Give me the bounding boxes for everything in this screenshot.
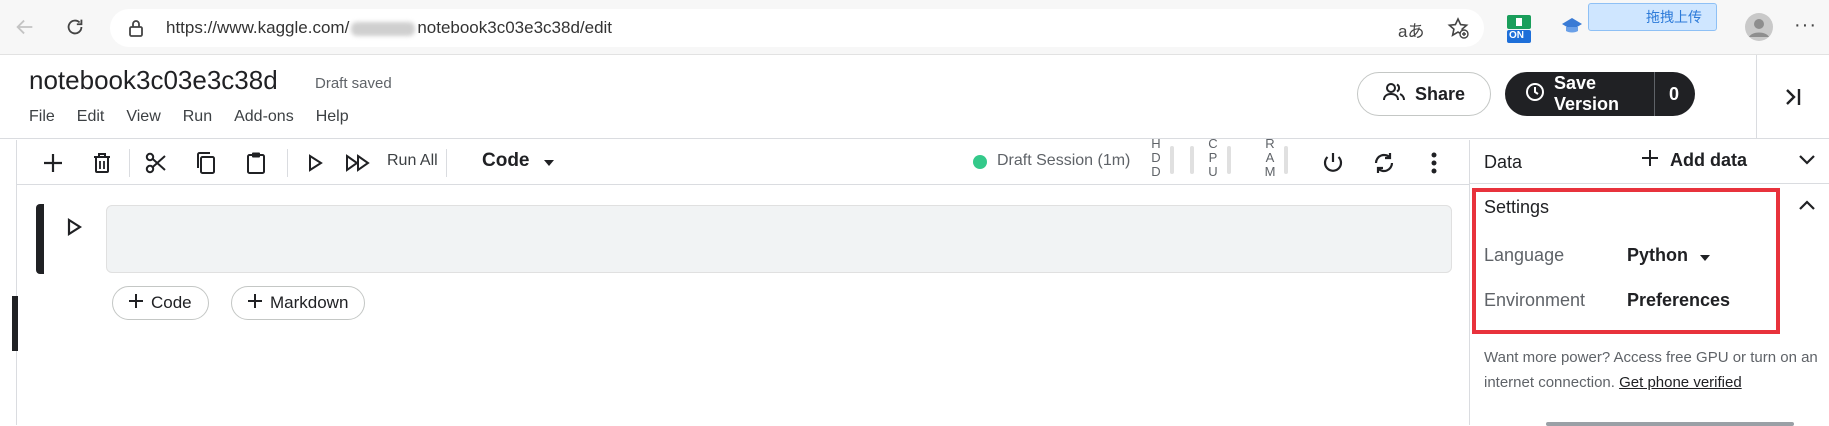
menu-view[interactable]: View [126, 108, 160, 126]
add-cell-icon[interactable] [38, 148, 68, 178]
back-arrow-icon[interactable] [10, 12, 40, 42]
cut-icon[interactable] [141, 148, 171, 178]
data-section-label: Data [1484, 152, 1523, 172]
share-button[interactable]: Share [1357, 72, 1491, 116]
more-vert-icon[interactable] [1419, 148, 1449, 178]
people-icon [1382, 82, 1405, 107]
history-icon [1525, 82, 1545, 107]
caret-down-icon [1700, 245, 1710, 266]
save-version-button[interactable]: Save Version 0 [1505, 72, 1695, 116]
url-text: https://www.kaggle.com/notebook3c03e3c38… [166, 18, 612, 38]
favorite-star-icon[interactable] [1446, 16, 1470, 45]
language-select[interactable]: Python [1627, 245, 1710, 266]
menu-add-ons[interactable]: Add-ons [234, 108, 294, 126]
hdd-meter-label: HDD [1151, 136, 1161, 179]
cell-type-value: Code [482, 150, 530, 171]
notebook-header: notebook3c03e3c38d Draft saved File Edit… [0, 55, 1829, 139]
meter-divider [1190, 146, 1194, 174]
notebook-toolbar: Run All Code Draft Session (1m) HDD CPU … [17, 136, 1469, 185]
panel-scrollbar[interactable] [1546, 422, 1794, 426]
redacted-segment [351, 21, 416, 36]
add-code-label: Code [151, 293, 192, 312]
add-markdown-cell-button[interactable]: Markdown [231, 286, 366, 320]
ram-meter-label: RAM [1264, 136, 1276, 179]
menu-help[interactable]: Help [316, 108, 349, 126]
restart-icon[interactable] [1369, 148, 1399, 178]
graduation-cap-icon[interactable] [1560, 14, 1584, 43]
add-markdown-label: Markdown [270, 293, 349, 312]
upload-tooltip[interactable]: 拖拽上传 [1588, 3, 1717, 31]
menu-bar: File Edit View Run Add-ons Help [29, 108, 371, 126]
delete-icon[interactable] [87, 148, 117, 178]
plus-icon [129, 293, 143, 313]
extension-badge: ON [1509, 30, 1524, 41]
address-bar[interactable]: https://www.kaggle.com/notebook3c03e3c38… [110, 9, 1484, 47]
browser-menu-icon[interactable]: ··· [1794, 14, 1817, 37]
left-scroll-marker [12, 296, 18, 351]
add-code-cell-button[interactable]: Code [112, 286, 209, 320]
session-status-dot [973, 155, 987, 169]
notebook-title[interactable]: notebook3c03e3c38d [29, 65, 278, 96]
run-cell-icon[interactable] [300, 148, 330, 178]
version-count: 0 [1654, 72, 1695, 116]
cell-selection-bar [36, 204, 44, 274]
translate-icon[interactable]: aあ [1398, 17, 1424, 42]
ram-meter-bar [1284, 146, 1288, 174]
save-version-label: Save Version [1554, 73, 1620, 114]
menu-file[interactable]: File [29, 108, 55, 126]
toolbar-divider [446, 149, 447, 177]
url-prefix: https://www.kaggle.com/ [166, 18, 350, 37]
toolbar-divider [129, 149, 130, 177]
language-value: Python [1627, 245, 1688, 265]
language-label: Language [1484, 245, 1565, 265]
environment-preferences-link[interactable]: Preferences [1627, 290, 1730, 311]
plus-icon [1642, 150, 1658, 171]
chevron-up-icon[interactable] [1798, 198, 1816, 216]
run-all-icon[interactable] [343, 148, 373, 178]
code-cell[interactable] [36, 204, 1452, 274]
run-cell-icon[interactable] [66, 217, 83, 241]
collapse-panel-icon[interactable] [1756, 55, 1829, 139]
power-icon[interactable] [1318, 148, 1348, 178]
add-data-label: Add data [1670, 150, 1748, 170]
copy-icon[interactable] [191, 148, 221, 178]
cell-type-select[interactable]: Code [482, 150, 554, 172]
session-status[interactable]: Draft Session (1m) [997, 152, 1130, 170]
menu-run[interactable]: Run [183, 108, 212, 126]
lock-icon [128, 19, 144, 42]
cpu-meter-label: CPU [1208, 136, 1218, 179]
environment-label: Environment [1484, 290, 1586, 310]
browser-toolbar: https://www.kaggle.com/notebook3c03e3c38… [0, 0, 1829, 55]
code-editor[interactable] [106, 205, 1452, 273]
plus-icon [248, 293, 262, 313]
hdd-meter-bar [1170, 146, 1174, 174]
add-data-button[interactable]: Add data [1642, 150, 1747, 171]
paste-icon[interactable] [241, 148, 271, 178]
run-all-button[interactable]: Run All [387, 152, 438, 170]
toolbar-divider [287, 149, 288, 177]
caret-down-icon [543, 150, 554, 172]
get-phone-verified-link[interactable]: Get phone verified [1619, 374, 1742, 391]
chevron-down-icon[interactable] [1798, 153, 1816, 171]
right-side-panel: Data Add data Settings Language Python E… [1469, 140, 1829, 426]
data-section-header[interactable]: Data Add data [1470, 140, 1829, 184]
settings-section-label[interactable]: Settings [1484, 197, 1549, 218]
url-suffix: notebook3c03e3c38d/edit [417, 18, 613, 37]
cpu-meter-bar [1227, 146, 1231, 174]
left-gutter [0, 140, 17, 425]
reload-icon[interactable] [60, 12, 90, 42]
extension-on-icon[interactable]: ON [1506, 14, 1532, 49]
menu-edit[interactable]: Edit [77, 108, 105, 126]
share-label: Share [1414, 83, 1466, 104]
save-status: Draft saved [315, 75, 392, 92]
power-upgrade-note: Want more power? Access free GPU or turn… [1484, 345, 1824, 395]
profile-avatar-icon[interactable] [1744, 12, 1774, 47]
